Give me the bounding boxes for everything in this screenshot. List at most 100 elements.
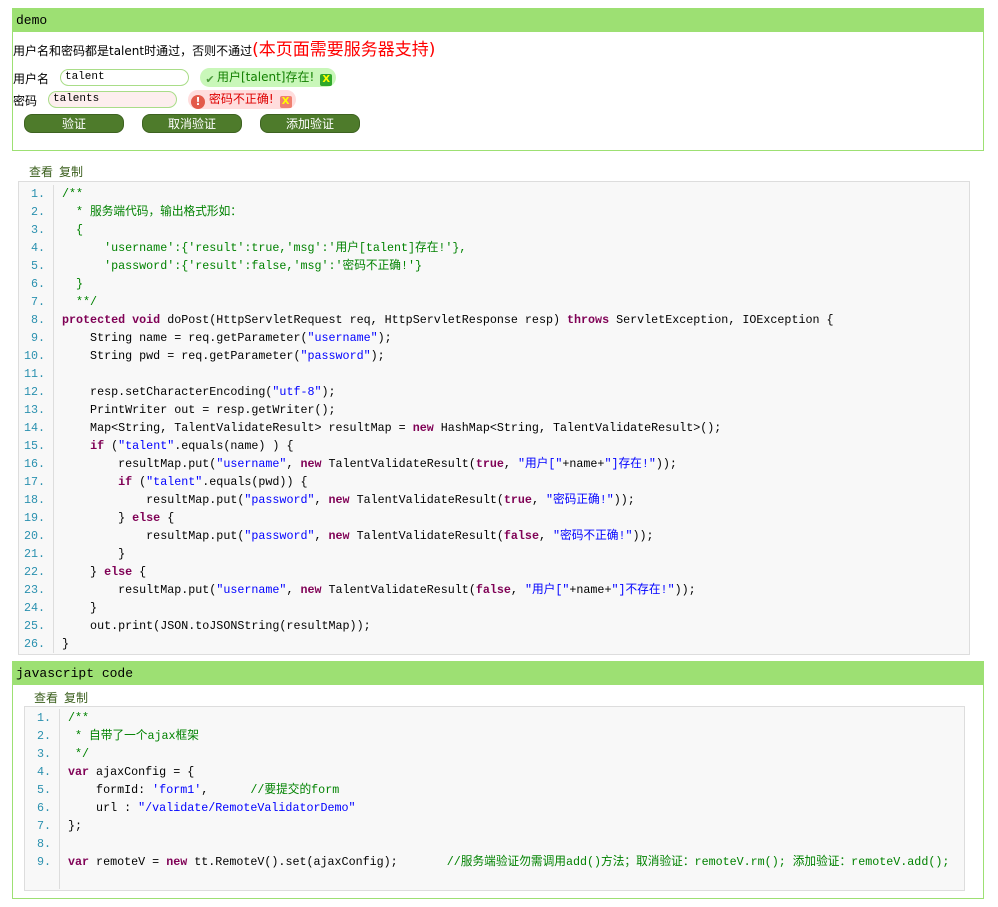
code-line: 3. */: [25, 745, 964, 763]
code-comment: {: [62, 223, 84, 237]
line-number: 25.: [19, 617, 54, 635]
code-keyword: new: [328, 529, 350, 543]
code-string: "]存在!": [604, 457, 656, 471]
code-keyword: var: [68, 855, 90, 869]
code-line: 9. var remoteV = new tt.RemoteV().set(aja…: [25, 853, 964, 871]
code-line: 21. }: [19, 545, 969, 563]
code-comment: //服务端验证勿需调用add()方法；取消验证：remoteV.rm(); 添加…: [446, 855, 950, 869]
line-number: 2.: [25, 727, 60, 745]
add-validation-button[interactable]: 添加验证: [260, 114, 360, 133]
code-line: 10. String pwd = req.getParameter("passw…: [19, 347, 969, 365]
code-text: );: [370, 349, 385, 363]
code-text: }: [62, 637, 70, 651]
line-number: 18.: [19, 491, 54, 509]
code-line: 8. protected void doPost(HttpServletReque…: [19, 311, 969, 329]
java-code-toolbar: 查看 复制: [29, 163, 89, 180]
code-keyword: new: [300, 457, 322, 471]
code-keyword: if: [118, 475, 133, 489]
code-text: };: [68, 819, 83, 833]
code-text: TalentValidateResult(: [321, 583, 476, 597]
code-text: tt.RemoteV().set(ajaxConfig);: [187, 855, 447, 869]
line-number: 8.: [25, 835, 60, 853]
code-string: "talent": [146, 475, 203, 489]
line-number: 26.: [19, 635, 54, 653]
code-text: }: [62, 511, 133, 525]
copy-link[interactable]: 复制: [59, 165, 83, 179]
code-text: Map<String, TalentValidateResult> result…: [62, 421, 413, 435]
code-line: 26.}: [19, 635, 969, 653]
username-tip-text: 用户[talent]存在!: [217, 70, 315, 84]
copy-link[interactable]: 复制: [64, 691, 88, 705]
code-line: 2. * 自带了一个ajax框架: [25, 727, 964, 745]
code-text: ,: [531, 493, 546, 507]
code-keyword: void: [132, 313, 161, 327]
line-number: 11.: [19, 365, 54, 383]
code-line: 5. formId: 'form1', //要提交的form: [25, 781, 964, 799]
line-number: 3.: [25, 745, 60, 763]
code-text: ));: [655, 457, 677, 471]
line-number: 21.: [19, 545, 54, 563]
js-code-toolbar: 查看 复制: [34, 689, 94, 706]
code-comment: * 自带了一个ajax框架: [68, 729, 199, 743]
code-string: "用户[": [524, 583, 570, 597]
code-keyword: else: [104, 565, 133, 579]
code-text: resultMap.put(: [62, 583, 217, 597]
view-link[interactable]: 查看: [34, 691, 58, 705]
line-number: 5.: [19, 257, 54, 275]
code-text: }: [62, 565, 105, 579]
line-number: 15.: [19, 437, 54, 455]
line-number: 2.: [19, 203, 54, 221]
code-text: remoteV =: [89, 855, 167, 869]
view-link[interactable]: 查看: [29, 165, 53, 179]
code-text: ,: [503, 457, 518, 471]
code-string: "用户[": [517, 457, 563, 471]
code-keyword: if: [90, 439, 105, 453]
intro-rule: 用户名和密码都是talent时通过，否则不通过: [13, 44, 253, 58]
line-number: 23.: [19, 581, 54, 599]
code-line: 5. 'password':{'result':false,'msg':'密码不…: [19, 257, 969, 275]
line-number: 7.: [25, 817, 60, 835]
line-number: 7.: [19, 293, 54, 311]
line-number: 8.: [19, 311, 54, 329]
code-text: );: [321, 385, 336, 399]
demo-panel: demo 用户名和密码都是talent时通过，否则不通过(本页面需要服务器支持)…: [12, 8, 984, 151]
code-string: "]不存在!": [611, 583, 675, 597]
code-keyword: new: [328, 493, 350, 507]
code-text: ));: [674, 583, 696, 597]
java-code-block: 1./** 2. * 服务端代码，输出格式形如： 3. {4. 'username'…: [18, 181, 970, 655]
cancel-validation-button[interactable]: 取消验证: [142, 114, 242, 133]
code-line: 23. resultMap.put("username", new Talent…: [19, 581, 969, 599]
code-string: "password": [244, 493, 315, 507]
code-text: {: [160, 511, 175, 525]
code-line: 7. **/: [19, 293, 969, 311]
code-text: resultMap.put(: [62, 529, 245, 543]
password-input[interactable]: talents: [48, 91, 177, 108]
js-code-block: 1./** 2. * 自带了一个ajax框架 3. */4. var ajaxConf…: [24, 706, 965, 891]
validate-button[interactable]: 验证: [24, 114, 124, 133]
code-string: "username": [216, 457, 287, 471]
code-line: 18. resultMap.put("password", new Talent…: [19, 491, 969, 509]
code-text: out.print(JSON.toJSONString(resultMap));: [62, 619, 371, 633]
close-icon[interactable]: X: [279, 96, 292, 108]
line-number: 22.: [19, 563, 54, 581]
code-line: 22. } else {: [19, 563, 969, 581]
line-number: 4.: [19, 239, 54, 257]
username-input[interactable]: talent: [60, 69, 189, 86]
js-panel: javascript code 查看 复制 1. /** 2. * 自带了一个ajax…: [12, 661, 984, 899]
code-line: 14. Map<String, TalentValidateResult> re…: [19, 419, 969, 437]
code-keyword: var: [68, 765, 90, 779]
code-line: 6. url : "/validate/RemoteValidatorDemo": [25, 799, 964, 817]
code-string: "username": [307, 331, 378, 345]
code-line: 12. resp.setCharacterEncoding("utf-8");: [19, 383, 969, 401]
code-keyword: false: [503, 529, 539, 543]
code-text: (: [132, 475, 147, 489]
code-text: {: [132, 565, 147, 579]
code-keyword: new: [166, 855, 188, 869]
js-title: javascript code: [13, 662, 983, 685]
close-icon[interactable]: X: [320, 74, 333, 86]
code-text: +name+: [562, 457, 605, 471]
code-text: (: [104, 439, 119, 453]
